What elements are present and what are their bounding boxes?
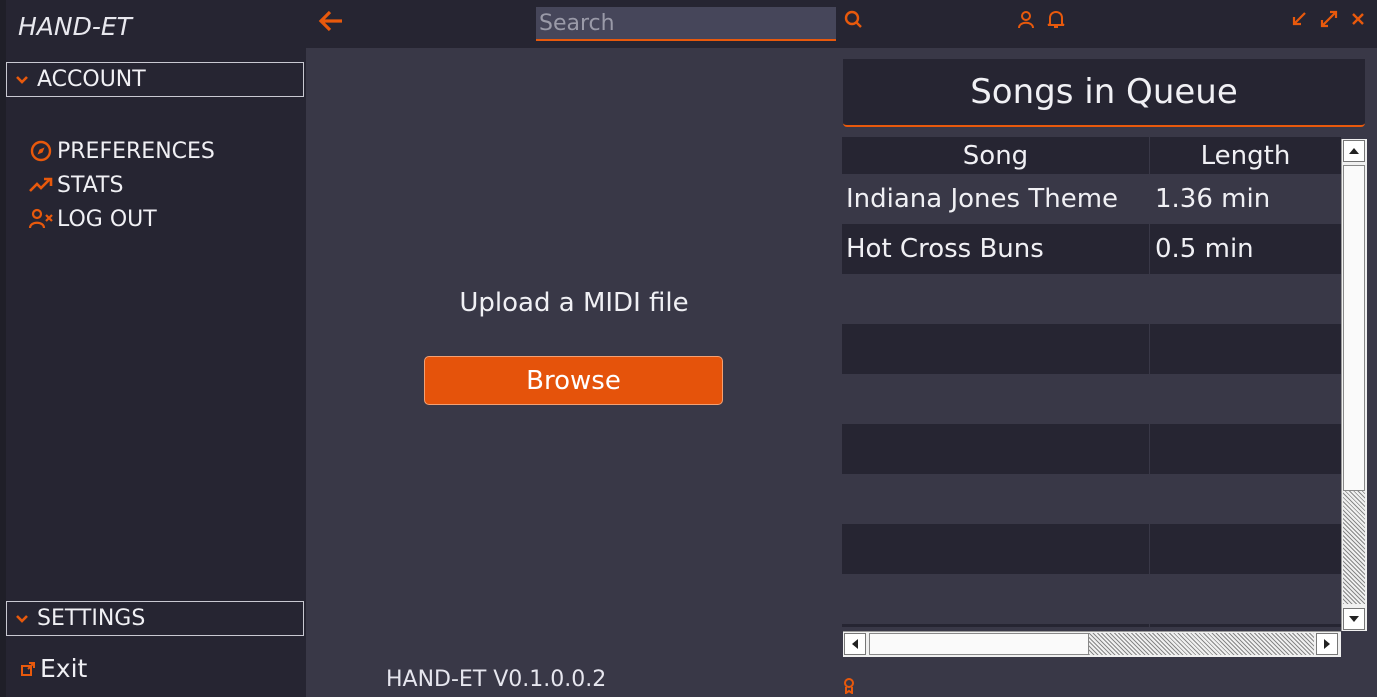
song-cell (842, 374, 1150, 424)
minimize-arrow-icon[interactable] (1290, 10, 1308, 28)
horizontal-scroll-track[interactable] (1089, 633, 1314, 655)
song-cell (842, 624, 1150, 627)
account-section-header[interactable]: ACCOUNT (6, 62, 304, 97)
scroll-down-button[interactable] (1343, 608, 1365, 630)
length-cell (1150, 274, 1341, 324)
search-icon[interactable] (843, 9, 865, 31)
length-cell (1150, 424, 1341, 474)
length-cell (1150, 524, 1341, 574)
horizontal-scroll-thumb[interactable] (869, 633, 1089, 655)
arrow-right-icon (1324, 639, 1330, 649)
table-row[interactable] (842, 574, 1341, 624)
table-row[interactable] (842, 624, 1341, 627)
sidebar-item-stats[interactable]: STATS (28, 172, 123, 198)
table-row[interactable]: Indiana Jones Theme 1.36 min (842, 174, 1341, 224)
account-label: ACCOUNT (37, 67, 146, 92)
table-row[interactable] (842, 424, 1341, 474)
length-cell: 0.5 min (1155, 234, 1254, 264)
browse-button[interactable]: Browse (424, 356, 723, 405)
user-icon[interactable] (1016, 9, 1036, 31)
user-x-icon (28, 206, 54, 232)
sidebar-item-label: STATS (57, 172, 124, 198)
app-title: HAND-ET (18, 12, 132, 41)
exit-label: Exit (40, 654, 88, 683)
song-cell (842, 274, 1150, 324)
queue-title: Songs in Queue (843, 59, 1365, 127)
sidebar-item-label: PREFERENCES (57, 138, 215, 164)
vertical-scroll-track[interactable] (1343, 491, 1365, 604)
arrow-left-icon (852, 639, 858, 649)
table-row[interactable] (842, 374, 1341, 424)
sidebar-item-log-out[interactable]: LOG OUT (28, 206, 157, 232)
table-row[interactable]: Hot Cross Buns 0.5 min (842, 224, 1341, 274)
table-row[interactable] (842, 274, 1341, 324)
top-bar (306, 0, 1377, 48)
length-cell (1150, 624, 1341, 627)
maximize-icon[interactable] (1319, 9, 1339, 29)
table-row[interactable] (842, 524, 1341, 574)
song-cell (842, 524, 1150, 574)
arrow-up-icon (1349, 148, 1359, 154)
search-input[interactable] (536, 7, 836, 41)
length-cell: 1.36 min (1155, 184, 1271, 214)
song-cell (842, 424, 1150, 474)
award-icon[interactable] (842, 678, 856, 694)
length-cell (1150, 474, 1341, 524)
sidebar-item-preferences[interactable]: PREFERENCES (28, 138, 215, 164)
chevron-down-icon (7, 614, 37, 624)
settings-label: SETTINGS (37, 606, 146, 631)
vertical-scroll-thumb[interactable] (1343, 165, 1365, 491)
arrow-down-icon (1349, 616, 1359, 622)
scroll-left-button[interactable] (844, 633, 866, 655)
scroll-up-button[interactable] (1343, 140, 1365, 162)
song-cell: Hot Cross Buns (842, 224, 1150, 274)
external-link-icon (18, 659, 38, 679)
horizontal-scrollbar[interactable] (843, 631, 1341, 657)
song-cell: Indiana Jones Theme (842, 174, 1150, 224)
length-cell (1150, 374, 1341, 424)
table-header-row: Song Length (842, 137, 1341, 174)
song-cell (842, 574, 1150, 624)
length-cell (1150, 324, 1341, 374)
vertical-scrollbar[interactable] (1341, 139, 1367, 631)
scroll-right-button[interactable] (1316, 633, 1338, 655)
back-arrow-icon[interactable] (318, 8, 344, 34)
bell-icon[interactable] (1046, 8, 1066, 30)
column-header-length[interactable]: Length (1150, 137, 1341, 174)
exit-button[interactable]: Exit (18, 654, 87, 683)
compass-icon (28, 138, 54, 164)
upload-label: Upload a MIDI file (459, 288, 689, 318)
table-row[interactable] (842, 474, 1341, 524)
queue-table: Song Length Indiana Jones Theme 1.36 min… (842, 137, 1341, 627)
song-cell (842, 324, 1150, 374)
column-header-song[interactable]: Song (842, 137, 1150, 174)
close-icon[interactable] (1349, 10, 1367, 28)
sidebar-item-label: LOG OUT (57, 206, 157, 232)
table-row[interactable] (842, 324, 1341, 374)
settings-section-header[interactable]: SETTINGS (6, 601, 304, 636)
sidebar: HAND-ET ACCOUNT PREFERENCES STATS LOG OU… (6, 0, 306, 697)
trending-up-icon (28, 172, 54, 198)
version-label: HAND-ET V0.1.0.0.2 (386, 667, 607, 692)
chevron-down-icon (7, 75, 37, 85)
length-cell (1150, 574, 1341, 624)
song-cell (842, 474, 1150, 524)
